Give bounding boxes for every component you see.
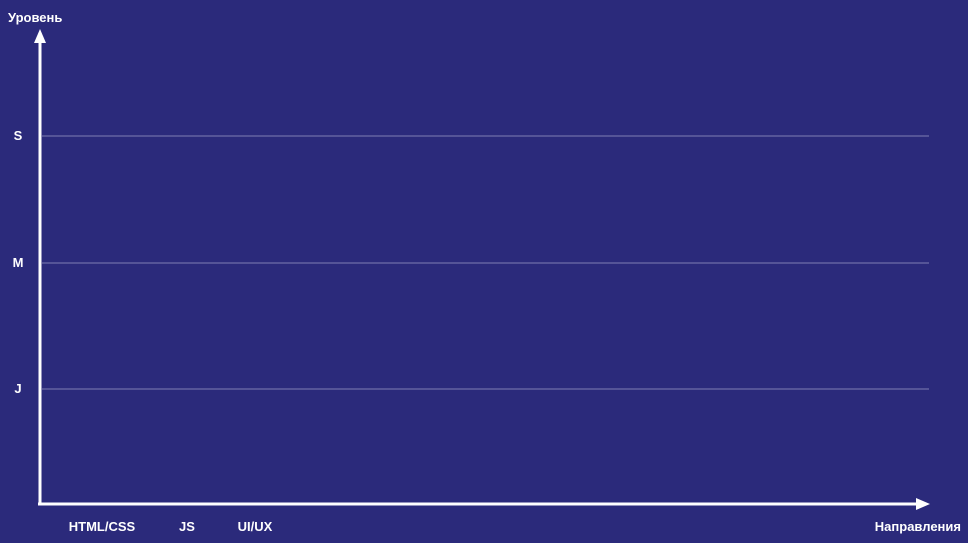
x-tick-label-js: JS [179,519,195,534]
x-axis-title: Направления [875,519,961,534]
y-tick-label-m: M [13,255,24,270]
y-axis-title: Уровень [8,10,62,25]
skill-level-chart: Уровень Направления J M S HTML/CSS JS UI/UX [8,10,961,534]
x-tick-label-ui-ux: UI/UX [238,519,273,534]
y-tick-label-s: S [14,128,23,143]
label-layer: Уровень Направления [8,10,961,534]
x-axis-arrowhead [916,498,930,510]
x-tick-label-html-css: HTML/CSS [69,519,136,534]
tick-layer: J M S HTML/CSS JS UI/UX [13,128,273,534]
y-tick-label-j: J [14,381,21,396]
axis-layer [34,29,930,510]
grid-layer [42,135,929,390]
y-axis-arrowhead [34,29,46,43]
chart-canvas: Уровень Направления J M S HTML/CSS JS UI/UX [0,0,968,543]
